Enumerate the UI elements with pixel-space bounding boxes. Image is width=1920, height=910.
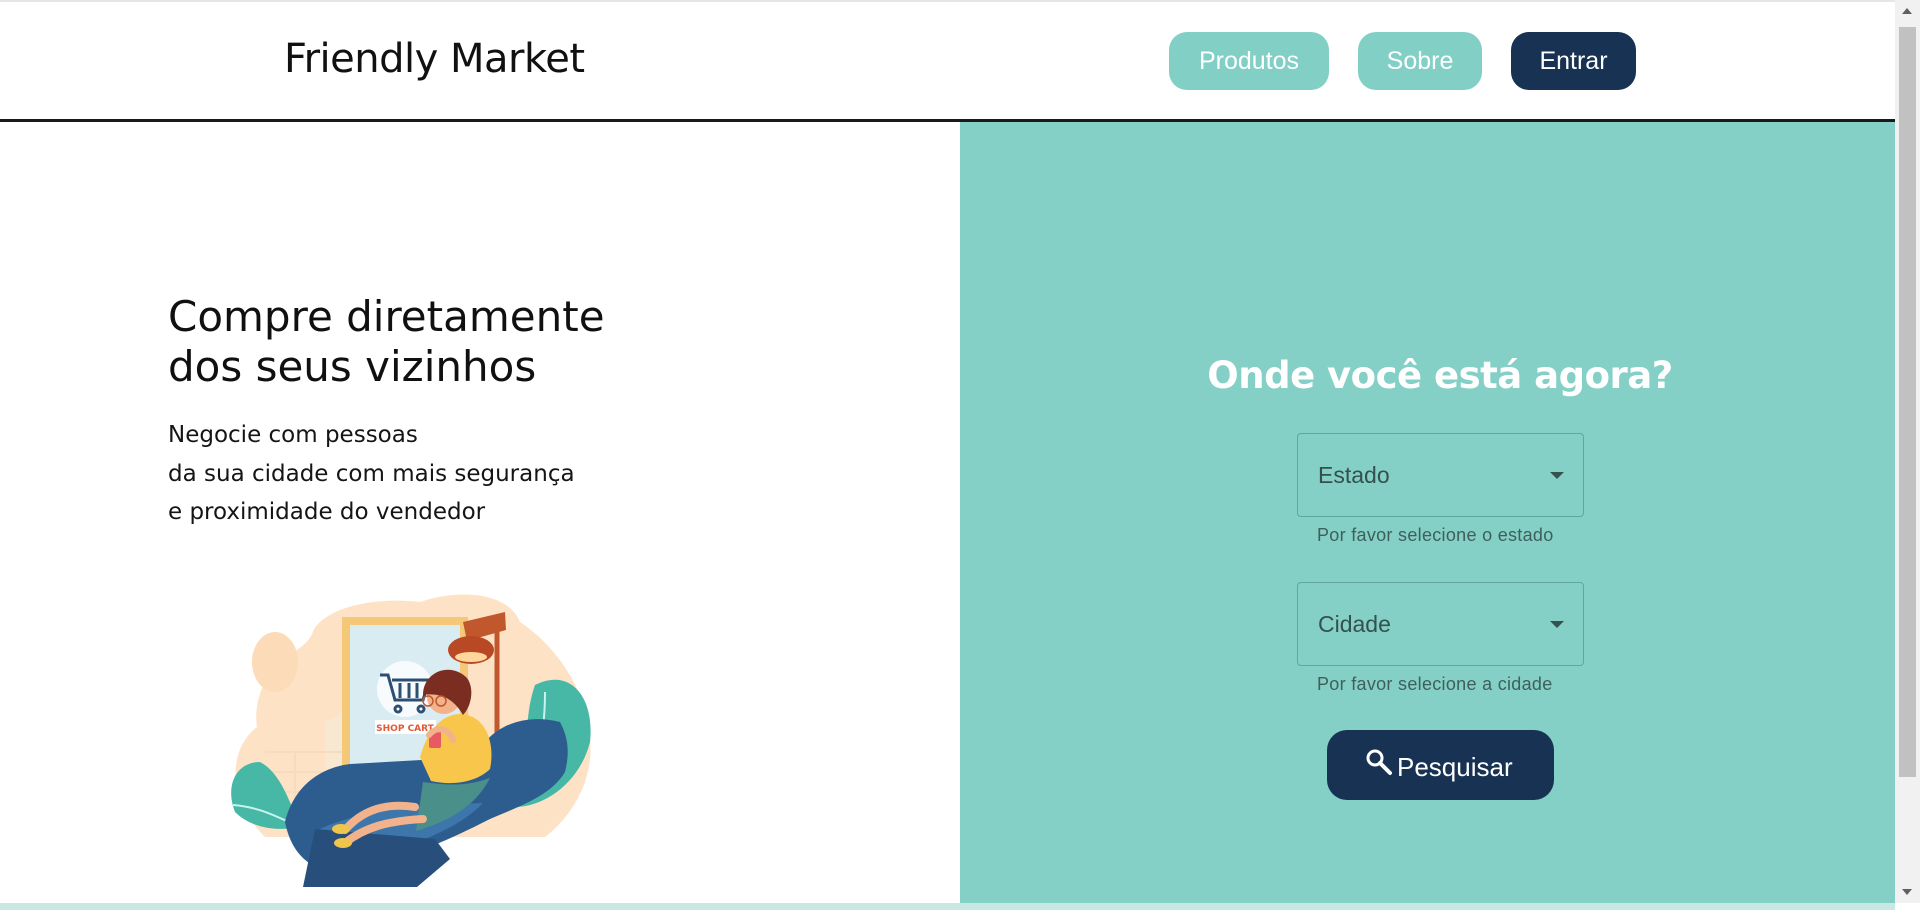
products-nav-button[interactable]: Produtos (1169, 32, 1329, 90)
vertical-scrollbar[interactable] (1895, 0, 1920, 903)
search-button-label: Pesquisar (1397, 752, 1513, 782)
city-select[interactable]: Cidade (1297, 582, 1584, 666)
state-select[interactable]: Estado (1297, 433, 1584, 517)
hero-title-line-1: Compre diretamente (168, 292, 605, 341)
city-helper-text: Por favor selecione a cidade (1317, 674, 1553, 694)
hero-title-line-2: dos seus vizinhos (168, 342, 537, 391)
location-search-panel: Onde você está agora? Estado Por favor s… (960, 122, 1895, 903)
location-search-title: Onde você está agora? (1207, 354, 1673, 397)
hero-title: Compre diretamente dos seus vizinhos (168, 292, 688, 392)
hero-description-line-1: Negocie com pessoas (168, 422, 418, 448)
bottom-page-strip (0, 903, 1895, 910)
hero-section: Compre diretamente dos seus vizinhos Neg… (0, 122, 960, 903)
brand-title[interactable]: Friendly Market (284, 36, 585, 82)
state-select-value: Estado (1318, 462, 1390, 488)
about-nav-button[interactable]: Sobre (1358, 32, 1482, 90)
scrollbar-thumb[interactable] (1899, 27, 1916, 777)
friendly-market-page: Friendly Market Produtos Sobre Entrar Co… (0, 0, 1895, 903)
shopping-illustration: SHOP CART (231, 594, 591, 887)
top-header: Friendly Market Produtos Sobre Entrar (0, 2, 1895, 122)
city-select-value: Cidade (1318, 611, 1391, 637)
hero-description-line-3: e proximidade do vendedor (168, 499, 486, 525)
chevron-down-icon (1550, 621, 1564, 628)
login-button[interactable]: Entrar (1511, 32, 1636, 90)
scroll-down-icon[interactable] (1902, 889, 1912, 895)
hero-description-line-2: da sua cidade com mais segurança (168, 460, 575, 487)
shop-cart-label: SHOP CART (376, 724, 434, 734)
search-button[interactable]: Pesquisar (1327, 730, 1554, 800)
hero-description: Negocie com pessoas da sua cidade com ma… (168, 416, 688, 532)
scroll-up-icon[interactable] (1902, 8, 1912, 14)
state-helper-text: Por favor selecione o estado (1317, 525, 1554, 545)
search-icon (1366, 749, 1392, 775)
chevron-down-icon (1550, 472, 1564, 479)
